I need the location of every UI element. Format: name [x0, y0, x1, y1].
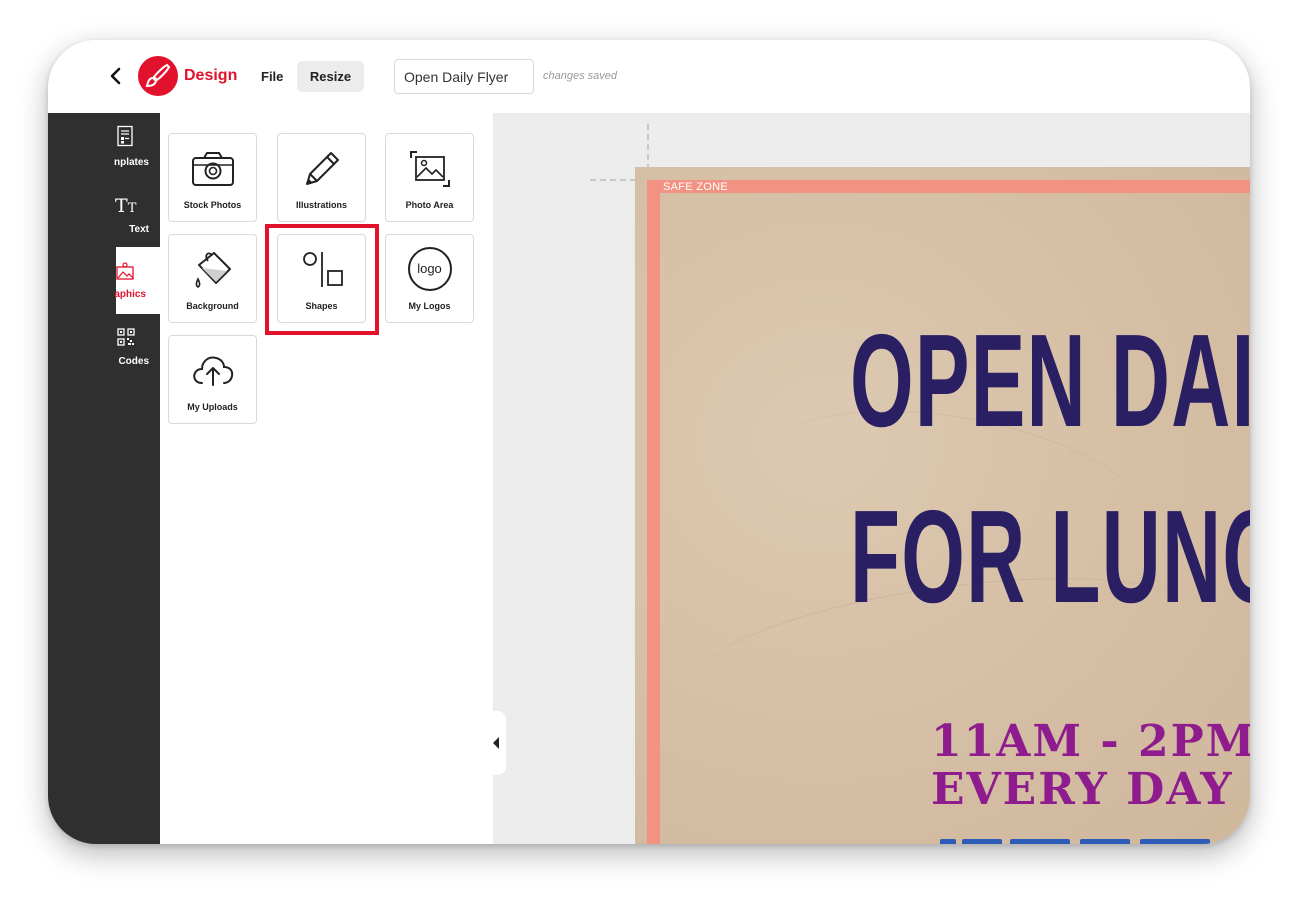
app-window: Design File Resize changes saved nplates…	[48, 40, 1250, 844]
qr-code-icon[interactable]	[117, 327, 135, 349]
tile-my-logos[interactable]: logo My Logos	[385, 234, 474, 323]
cropped-text-line	[940, 835, 1240, 844]
pencil-icon	[305, 152, 339, 185]
safe-zone-left	[647, 180, 660, 844]
collapse-panel-tab[interactable]	[489, 711, 506, 775]
camera-icon	[191, 152, 234, 186]
graphics-panel: Stock Photos Illustrations Photo Area Ba…	[160, 113, 494, 844]
photo-area-icon	[409, 151, 450, 187]
paint-bucket-icon	[195, 252, 231, 288]
cloud-upload-icon	[192, 356, 233, 386]
tile-background[interactable]: Background	[168, 234, 257, 323]
shapes-highlight-box	[265, 224, 379, 335]
tile-photo-area[interactable]: Photo Area	[385, 133, 474, 222]
logo-icon: logo	[407, 247, 452, 291]
rail-label-templates[interactable]: nplates	[114, 157, 149, 168]
templates-icon[interactable]	[116, 125, 134, 147]
paintbrush-icon	[145, 63, 171, 88]
tile-illustrations[interactable]: Illustrations	[277, 133, 366, 222]
tile-my-uploads[interactable]: My Uploads	[168, 335, 257, 424]
tile-label: Illustrations	[295, 200, 347, 210]
caret-left-icon	[493, 737, 499, 749]
brand-name: Design	[184, 67, 238, 84]
graphics-icon[interactable]	[116, 261, 134, 283]
tile-label: Photo Area	[405, 200, 454, 210]
tool-rail: nplates TT Text aphics Codes	[48, 113, 160, 844]
brand-logo	[138, 56, 178, 96]
back-arrow-icon[interactable]	[106, 66, 126, 86]
headline-line-1[interactable]: OPEN DAI	[850, 315, 1250, 447]
tile-label: My Logos	[408, 301, 451, 311]
tile-label: Stock Photos	[183, 200, 242, 210]
tile-label: My Uploads	[187, 402, 238, 412]
resize-button[interactable]: Resize	[297, 61, 364, 92]
top-bar: Design File Resize changes saved	[48, 40, 1250, 113]
hours-line-2[interactable]: EVERY DAY	[931, 768, 1234, 812]
guide-line-vertical	[647, 124, 649, 170]
headline-line-2[interactable]: FOR LUNC	[850, 491, 1250, 623]
safe-zone-label: SAFE ZONE	[663, 181, 729, 193]
text-icon[interactable]: TT	[115, 195, 137, 217]
tile-label: Background	[186, 301, 239, 311]
flyer-page[interactable]: SAFE ZONE OPEN DAI FOR LUNC 11AM - 2PM E…	[635, 167, 1250, 844]
save-status: changes saved	[543, 70, 617, 82]
rail-label-text[interactable]: Text	[129, 224, 149, 235]
document-name-input[interactable]	[394, 59, 534, 94]
tile-stock-photos[interactable]: Stock Photos	[168, 133, 257, 222]
hours-line-1[interactable]: 11AM - 2PM	[931, 720, 1250, 764]
safe-zone-top	[647, 180, 1250, 193]
rail-label-graphics[interactable]: aphics	[114, 289, 146, 300]
file-menu-button[interactable]: File	[252, 64, 292, 90]
rail-label-qr-codes[interactable]: Codes	[118, 356, 149, 367]
